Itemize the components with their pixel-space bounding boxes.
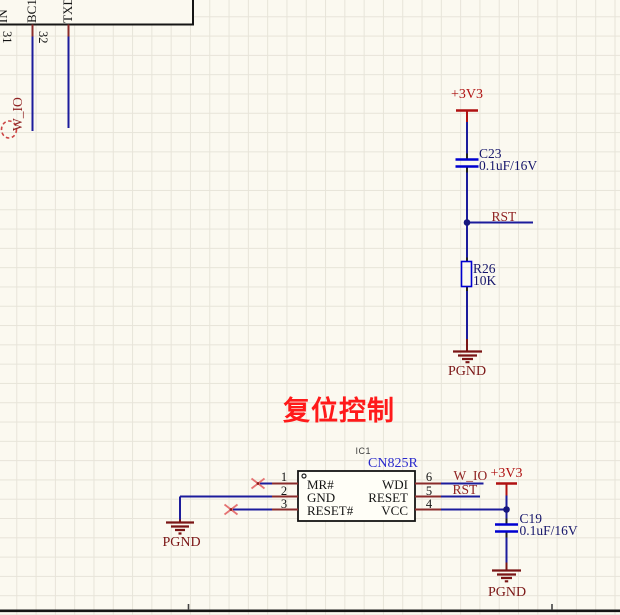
capacitor-c19[interactable] <box>495 518 518 538</box>
pin-name-txd: TXD <box>60 0 75 23</box>
pin-number-32: 32 <box>36 30 50 44</box>
res-r26-value[interactable]: 10K <box>473 273 496 288</box>
net-label-rst-top[interactable]: RST <box>492 209 517 224</box>
junction-dot <box>463 219 471 226</box>
ic-pin5-number: 5 <box>425 483 433 498</box>
ic-pin3-number: 3 <box>280 497 288 511</box>
net-label-wio-ic[interactable]: W_IO <box>454 469 488 483</box>
pin-number-31: 31 <box>0 30 14 44</box>
bottom-component-edge <box>0 604 620 613</box>
power-label-3v3-top[interactable]: +3V3 <box>450 87 484 102</box>
ground-label-pgnd-right[interactable]: PGND <box>488 585 526 600</box>
ic-pin-name-vcc: VCC <box>381 502 408 518</box>
section-title-reset-control[interactable]: 复位控制 <box>283 398 395 425</box>
power-label-3v3-ic[interactable]: +3V3 <box>490 466 524 481</box>
resistor-r26[interactable] <box>460 257 473 292</box>
pin-name-partial: IN <box>0 8 10 23</box>
net-label-wio-rotated[interactable]: W_IO <box>10 97 25 131</box>
ground-label-pgnd-left[interactable]: PGND <box>163 536 201 550</box>
ic-pin6-number: 6 <box>425 470 433 484</box>
power-decoupling-branch[interactable] <box>492 482 521 583</box>
ic-pin1-dot <box>301 473 307 479</box>
schematic-canvas[interactable]: IN BC1 TXD 31 32 W_IO +3V3 C23 0.1uF/16V… <box>0 0 620 615</box>
cap-c23-value[interactable]: 0.1uF/16V <box>479 159 537 173</box>
ic-pin2-number: 2 <box>280 483 288 498</box>
pin-name-bc1: BC1 <box>24 0 39 23</box>
ic-pin4-number: 4 <box>425 497 433 511</box>
ground-symbol-right[interactable] <box>492 562 521 583</box>
cap-c19-value[interactable]: 0.1uF/16V <box>520 523 578 538</box>
ic-pin-name-reset-out: RESET <box>368 489 408 505</box>
ic-pin1-number: 1 <box>280 470 288 484</box>
power-symbol-3v3-ic[interactable] <box>496 482 517 496</box>
ic-pin-name-wdi: WDI <box>382 476 408 492</box>
ground-symbol-top[interactable] <box>453 339 482 364</box>
net-label-rst-ic[interactable]: RST <box>453 483 478 497</box>
ic-designator[interactable]: IC1 <box>356 446 372 456</box>
ic-part-number[interactable]: CN825R <box>368 456 418 471</box>
capacitor-c23[interactable] <box>455 153 479 173</box>
junction-dot <box>503 506 510 513</box>
power-symbol-3v3-top[interactable] <box>456 109 478 123</box>
ground-symbol-left[interactable] <box>166 519 194 535</box>
ground-label-pgnd-top[interactable]: PGND <box>448 364 486 379</box>
